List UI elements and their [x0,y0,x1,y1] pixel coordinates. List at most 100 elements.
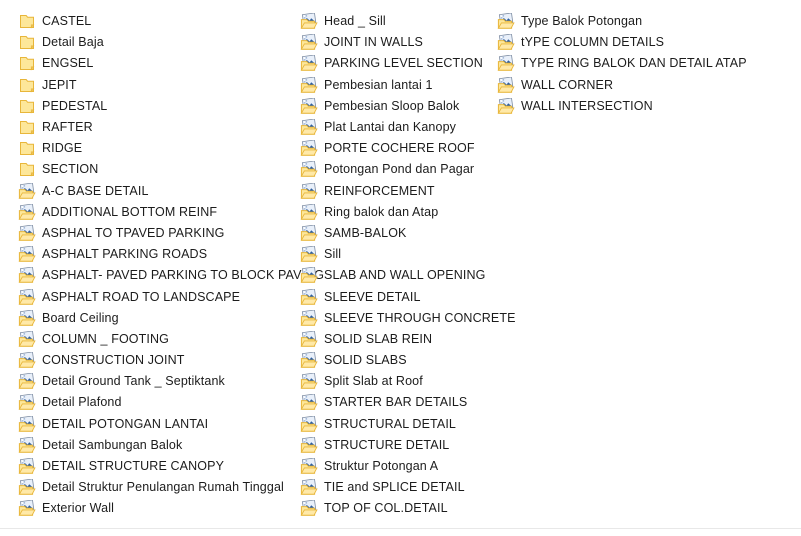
list-item[interactable]: RIDGE [18,138,300,159]
folder-with-thumbnail-icon [300,415,318,433]
list-item[interactable]: ASPHAL TO TPAVED PARKING [18,223,300,244]
folder-with-thumbnail-icon [300,55,318,72]
list-item-label: Type Balok Potongan [521,14,643,29]
list-item[interactable]: ENGSEL [18,53,300,74]
list-item[interactable]: JEPIT [18,75,300,96]
list-item-label: Pembesian Sloop Balok [324,98,460,113]
list-item[interactable]: COLUMN _ FOOTING [18,329,300,350]
list-item-label: Detail Struktur Penulangan Rumah Tinggal [42,480,284,495]
folder-icon [18,13,36,30]
list-item[interactable]: SLAB AND WALL OPENING [300,265,497,286]
list-item[interactable]: ASPHALT ROAD TO LANDSCAPE [18,286,300,307]
folder-with-thumbnail-icon [300,34,318,51]
list-item-label: RAFTER [42,120,93,135]
list-item-label: SECTION [42,162,99,177]
list-item-label: PORTE COCHERE ROOF [324,141,475,156]
list-item[interactable]: RAFTER [18,117,300,138]
list-item-label: Sill [324,247,342,262]
list-item[interactable]: Head _ Sill [300,11,497,32]
list-item[interactable]: PORTE COCHERE ROOF [300,138,497,159]
list-item[interactable]: CASTEL [18,11,300,32]
list-item-label: COLUMN _ FOOTING [42,331,170,346]
list-item-label: ASPHAL TO TPAVED PARKING [42,225,225,240]
list-item[interactable]: Split Slab at Roof [300,371,497,392]
list-item[interactable]: Detail Sambungan Balok [18,435,300,456]
list-item[interactable]: DETAIL POTONGAN LANTAI [18,414,300,435]
list-item[interactable]: Struktur Potongan A [300,456,497,477]
list-item-label: TIE and SPLICE DETAIL [324,480,465,495]
list-item[interactable]: ASPHALT PARKING ROADS [18,244,300,265]
list-item[interactable]: Detail Plafond [18,392,300,413]
list-item-label: Detail Plafond [42,395,122,410]
list-item-label: Detail Baja [42,35,104,50]
list-item[interactable]: Pembesian lantai 1 [300,75,497,96]
list-item[interactable]: Type Balok Potongan [497,11,787,32]
folder-with-thumbnail-icon [300,309,318,327]
list-item[interactable]: Sill [300,244,497,265]
file-list-pane[interactable]: CASTEL Detail Baja ENGSEL JEPIT PEDESTAL RAFT… [0,0,801,529]
list-item[interactable]: Pembesian Sloop Balok [300,96,497,117]
folder-icon [18,34,36,51]
list-item[interactable]: TIE and SPLICE DETAIL [300,477,497,498]
list-item-label: REINFORCEMENT [324,183,435,198]
list-item[interactable]: Detail Struktur Penulangan Rumah Tinggal [18,477,300,498]
folder-with-thumbnail-icon [300,203,318,221]
list-item-label: Struktur Potongan A [324,459,439,474]
list-item[interactable]: STARTER BAR DETAILS [300,392,497,413]
list-item-label: CONSTRUCTION JOINT [42,353,185,368]
folder-with-thumbnail-icon [18,500,36,517]
pane-bottom-divider [0,528,801,529]
list-item-label: Potongan Pond dan Pagar [324,162,475,177]
folder-icon [18,55,36,72]
folder-with-thumbnail-icon [497,13,515,30]
list-item-label: Plat Lantai dan Kanopy [324,120,457,135]
list-item[interactable]: Ring balok dan Atap [300,202,497,223]
list-item-label: SOLID SLABS [324,353,407,368]
list-item[interactable]: SAMB-BALOK [300,223,497,244]
list-item-label: CASTEL [42,14,92,29]
folder-with-thumbnail-icon [18,267,36,284]
list-item[interactable]: SLEEVE THROUGH CONCRETE [300,308,515,329]
list-item-label: ENGSEL [42,56,94,71]
folder-with-thumbnail-icon [18,309,36,327]
list-item[interactable]: SOLID SLAB REIN [300,329,497,350]
folder-icon [18,161,36,178]
folder-with-thumbnail-icon [300,330,318,348]
list-item[interactable]: STRUCTURAL DETAIL [300,414,497,435]
folder-icon [18,140,36,157]
folder-icon [18,119,36,136]
list-item[interactable]: TYPE RING BALOK DAN DETAIL ATAP [497,53,787,74]
folder-with-thumbnail-icon [300,373,318,390]
list-item[interactable]: ADDITIONAL BOTTOM REINF [18,202,300,223]
list-item[interactable]: DETAIL STRUCTURE CANOPY [18,456,300,477]
list-item[interactable]: A-C BASE DETAIL [18,181,300,202]
list-item[interactable]: CONSTRUCTION JOINT [18,350,300,371]
list-item[interactable]: WALL CORNER [497,75,787,96]
list-item[interactable]: PEDESTAL [18,96,300,117]
folder-with-thumbnail-icon [300,267,318,284]
list-item[interactable]: JOINT IN WALLS [300,32,497,53]
list-item[interactable]: ASPHALT- PAVED PARKING TO BLOCK PAVING [18,265,324,286]
folder-with-thumbnail-icon [497,97,515,115]
list-item[interactable]: Detail Baja [18,32,300,53]
list-item[interactable]: STRUCTURE DETAIL [300,435,497,456]
list-item[interactable]: Potongan Pond dan Pagar [300,159,497,180]
list-item[interactable]: SOLID SLABS [300,350,497,371]
list-item[interactable]: Board Ceiling [18,308,300,329]
list-item[interactable]: TOP OF COL.DETAIL [300,498,497,519]
list-item[interactable]: WALL INTERSECTION [497,96,787,117]
list-item[interactable]: SECTION [18,159,300,180]
folder-with-thumbnail-icon [18,288,36,306]
list-item[interactable]: PARKING LEVEL SECTION [300,53,497,74]
list-item[interactable]: REINFORCEMENT [300,181,497,202]
list-item-label: JOINT IN WALLS [324,35,423,50]
list-item[interactable]: SLEEVE DETAIL [300,286,497,307]
list-item-label: A-C BASE DETAIL [42,183,149,198]
list-item[interactable]: Detail Ground Tank _ Septiktank [18,371,300,392]
folder-icon [18,77,36,94]
list-item[interactable]: Plat Lantai dan Kanopy [300,117,497,138]
list-item-label: JEPIT [42,77,77,92]
list-item-label: Board Ceiling [42,310,119,325]
list-item[interactable]: Exterior Wall [18,498,300,519]
list-item[interactable]: tYPE COLUMN DETAILS [497,32,787,53]
